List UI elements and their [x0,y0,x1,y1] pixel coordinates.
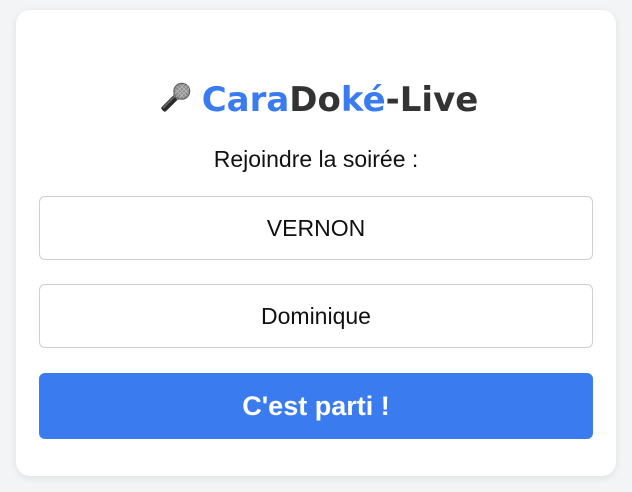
join-prompt: Rejoindre la soirée : [213,146,419,172]
title-part-do: Do [289,80,341,120]
title-part-ke: ké [340,80,386,120]
join-button[interactable]: C'est parti ! [39,373,593,439]
join-card: CaraDoké-Live Rejoindre la soirée : C'es… [16,10,616,476]
app-title: CaraDoké-Live [16,80,616,122]
room-code-input[interactable] [39,196,593,260]
player-name-input[interactable] [39,284,593,348]
microphone-icon [154,79,194,119]
title-part-live: -Live [385,80,479,120]
title-part-cara: Cara [201,80,290,120]
